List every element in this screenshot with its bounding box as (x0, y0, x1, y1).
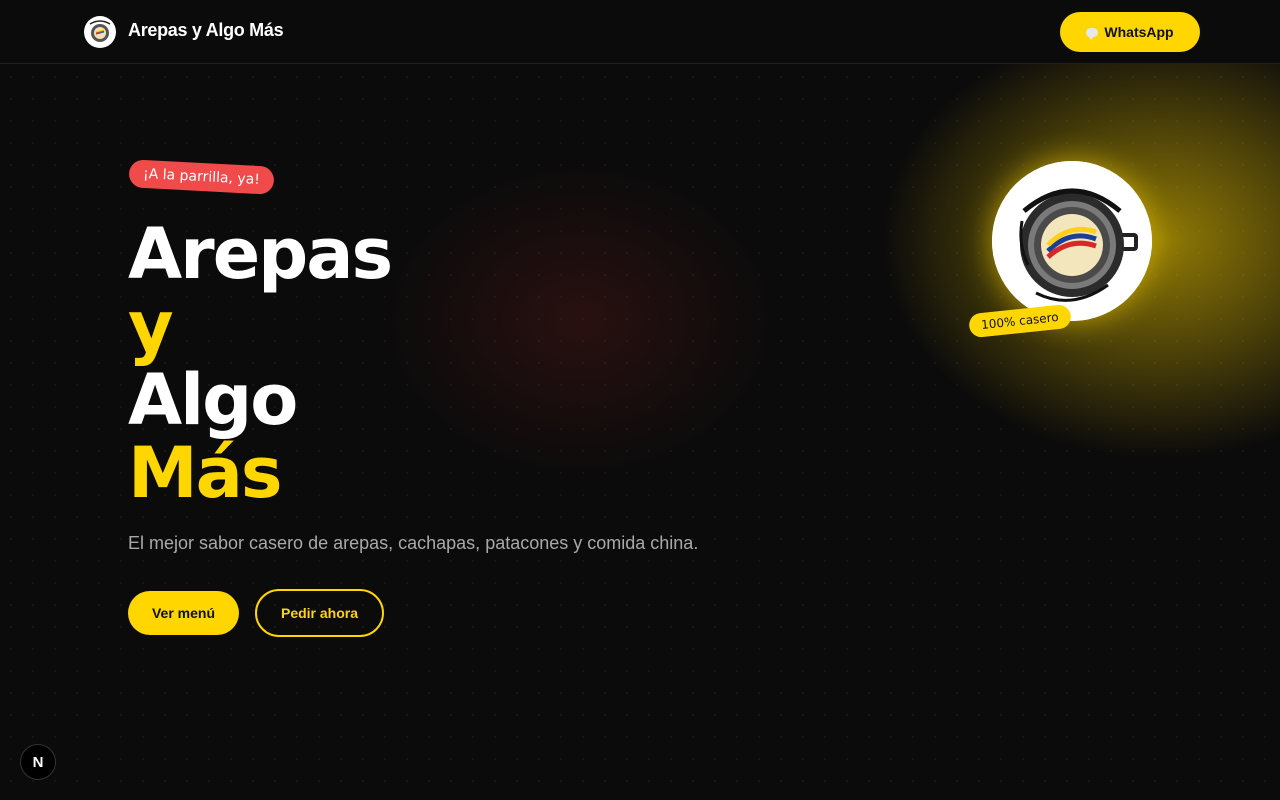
page: Arepas y Algo Más WhatsApp ¡A la parrill… (0, 0, 1280, 800)
whatsapp-button-label: WhatsApp (1104, 24, 1174, 40)
view-menu-button[interactable]: Ver menú (128, 591, 239, 635)
chat-bubble-icon (1086, 27, 1099, 40)
dev-tools-indicator[interactable]: N (20, 744, 56, 780)
hero-title-line-2: y (128, 286, 174, 368)
hero-subtitle: El mejor sabor casero de arepas, cachapa… (128, 533, 699, 553)
hero-tag: ¡A la parrilla, ya! (128, 159, 275, 195)
arepa-logo-icon (85, 17, 115, 47)
hero-title-line-3: Algo (128, 359, 298, 441)
arepa-pan-logo-icon (992, 161, 1152, 321)
order-now-button[interactable]: Pedir ahora (255, 589, 384, 637)
whatsapp-button[interactable]: WhatsApp (1060, 12, 1200, 52)
hero-title: Arepas y Algo Más (128, 213, 393, 514)
brand-logo[interactable] (84, 16, 116, 48)
hero-title-line-4: Más (128, 432, 283, 514)
top-navbar: Arepas y Algo Más WhatsApp (0, 0, 1280, 64)
background-glow-red (380, 160, 780, 480)
homemade-badge: 100% casero (968, 303, 1072, 339)
hero-title-line-1: Arepas (128, 213, 393, 295)
brand-name[interactable]: Arepas y Algo Más (128, 20, 284, 41)
restaurant-logo (992, 161, 1152, 321)
